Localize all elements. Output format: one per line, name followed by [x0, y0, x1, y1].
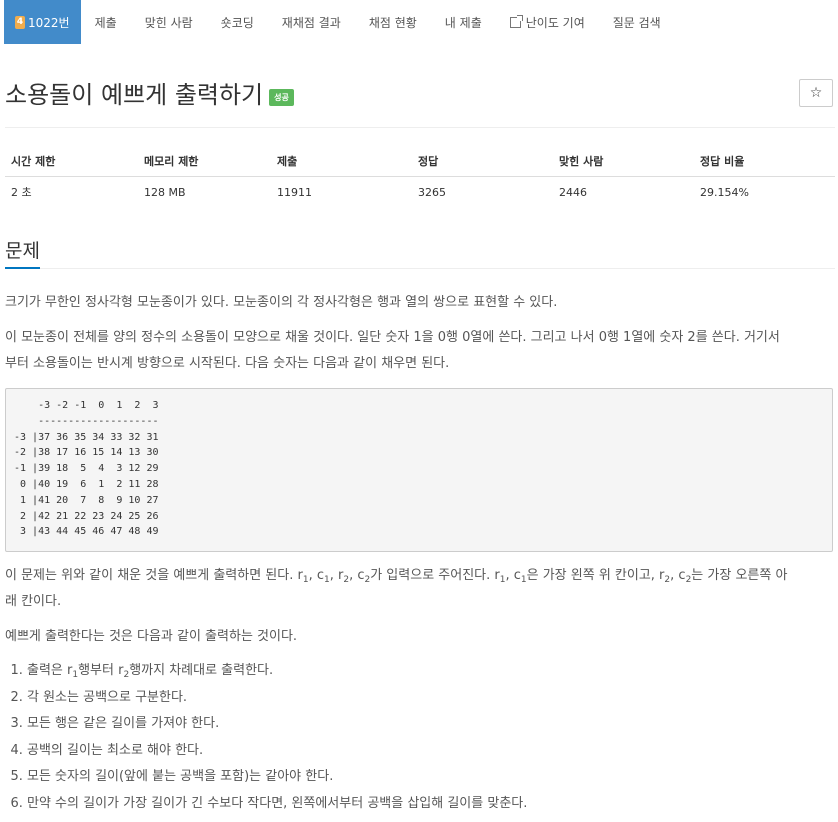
header-solved-users: 맞힌 사람	[553, 146, 694, 177]
text-part: 행부터 r	[78, 663, 124, 678]
text-part: 은 가장 왼쪽 위 칸이고, r	[526, 568, 665, 583]
value-memory-limit: 128 MB	[144, 185, 186, 199]
problem-nav: 4 1022번 제출 맞힌 사람 숏코딩 재채점 결과 채점 현황 내 제출 난…	[0, 0, 838, 44]
nav-my-submissions[interactable]: 내 제출	[431, 0, 496, 44]
value-accepted: 3265	[418, 185, 446, 199]
nav-question-search[interactable]: 질문 검색	[599, 0, 675, 44]
text-part: 행까지 차례대로 출력한다.	[129, 663, 274, 678]
section-underline	[5, 267, 835, 269]
text-part: 는 가장 오른쪽 아	[691, 568, 788, 583]
list-item: 모든 행은 같은 길이를 가져야 한다.	[27, 711, 527, 738]
text-part: , r	[329, 568, 344, 583]
external-link-icon	[509, 14, 523, 28]
value-submissions: 11911	[277, 185, 312, 199]
description-paragraph-1: 크기가 무한인 정사각형 모눈종이가 있다. 모눈종이의 각 정사각형은 행과 …	[5, 295, 558, 310]
text-part: 가 입력으로 주어진다. r	[370, 568, 500, 583]
nav-rejudge-results[interactable]: 재채점 결과	[268, 0, 355, 44]
problem-number-label: 1022번	[28, 15, 70, 30]
nav-problem-number[interactable]: 4 1022번	[4, 0, 81, 44]
text-part: 출력은 r	[27, 663, 73, 678]
text-part: , c	[349, 568, 365, 583]
header-accepted: 정답	[412, 146, 553, 177]
header-accept-ratio: 정답 비율	[694, 146, 835, 177]
output-rules-list: 출력은 r1행부터 r2행까지 차례대로 출력한다. 각 원소는 공백으로 구분…	[5, 658, 527, 817]
paragraph-3-line-1: 이 문제는 위와 같이 채운 것을 예쁘게 출력하면 된다. r1, c1, r…	[5, 563, 835, 589]
paragraph-2-line-1: 이 모눈종이 전체를 양의 정수의 소용돌이 모양으로 채울 것이다. 일단 숫…	[5, 330, 780, 345]
value-accept-ratio: 29.154%	[700, 185, 749, 199]
title-row: 소용돌이 예쁘게 출력하기 성공	[5, 78, 294, 112]
status-badge: 성공	[269, 89, 294, 106]
value-solved-users: 2446	[559, 185, 587, 199]
nav-judge-status[interactable]: 채점 현황	[355, 0, 431, 44]
description-paragraph-2: 이 모눈종이 전체를 양의 정수의 소용돌이 모양으로 채울 것이다. 일단 숫…	[5, 325, 835, 377]
header-submissions: 제출	[271, 146, 412, 177]
medal-icon: 4	[15, 15, 25, 29]
difficulty-contribute-label: 난이도 기여	[525, 15, 585, 30]
list-item: 모든 숫자의 길이(앞에 붙는 공백을 포함)는 같아야 한다.	[27, 764, 527, 791]
nav-solved-users[interactable]: 맞힌 사람	[131, 0, 207, 44]
header-memory-limit: 메모리 제한	[138, 146, 271, 177]
section-title: 문제	[5, 240, 40, 262]
paragraph-2-line-2: 부터 소용돌이는 반시계 방향으로 시작된다. 다음 숫자는 다음과 같이 채우…	[5, 356, 450, 371]
text-part: , c	[308, 568, 324, 583]
star-icon: ☆	[809, 85, 823, 101]
list-item: 공백의 길이는 최소로 해야 한다.	[27, 738, 527, 765]
text-part: , c	[670, 568, 686, 583]
value-time-limit: 2 초	[11, 186, 32, 199]
divider	[5, 127, 835, 128]
description-paragraph-3: 이 문제는 위와 같이 채운 것을 예쁘게 출력하면 된다. r1, c1, r…	[5, 563, 835, 615]
favorite-button[interactable]: ☆	[799, 79, 833, 107]
list-item: 출력은 r1행부터 r2행까지 차례대로 출력한다.	[27, 658, 527, 685]
nav-submit[interactable]: 제출	[81, 0, 131, 44]
page-title: 소용돌이 예쁘게 출력하기	[5, 81, 264, 109]
text-part: 이 문제는 위와 같이 채운 것을 예쁘게 출력하면 된다. r	[5, 568, 303, 583]
paragraph-3-line-2: 래 칸이다.	[5, 594, 62, 609]
problem-info-table: 시간 제한 메모리 제한 제출 정답 맞힌 사람 정답 비율 2 초 128 M…	[5, 146, 835, 207]
description-paragraph-4: 예쁘게 출력한다는 것은 다음과 같이 출력하는 것이다.	[5, 629, 298, 644]
nav-difficulty-contribute[interactable]: 난이도 기여	[496, 0, 599, 44]
list-item: 각 원소는 공백으로 구분한다.	[27, 685, 527, 712]
list-item: 만약 수의 길이가 가장 길이가 긴 수보다 작다면, 왼쪽에서부터 공백을 삽…	[27, 791, 527, 818]
header-time-limit: 시간 제한	[5, 146, 138, 177]
spiral-grid-example: -3 -2 -1 0 1 2 3 -------------------- -3…	[5, 388, 833, 552]
text-part: , c	[505, 568, 521, 583]
nav-short-coding[interactable]: 숏코딩	[207, 0, 268, 44]
